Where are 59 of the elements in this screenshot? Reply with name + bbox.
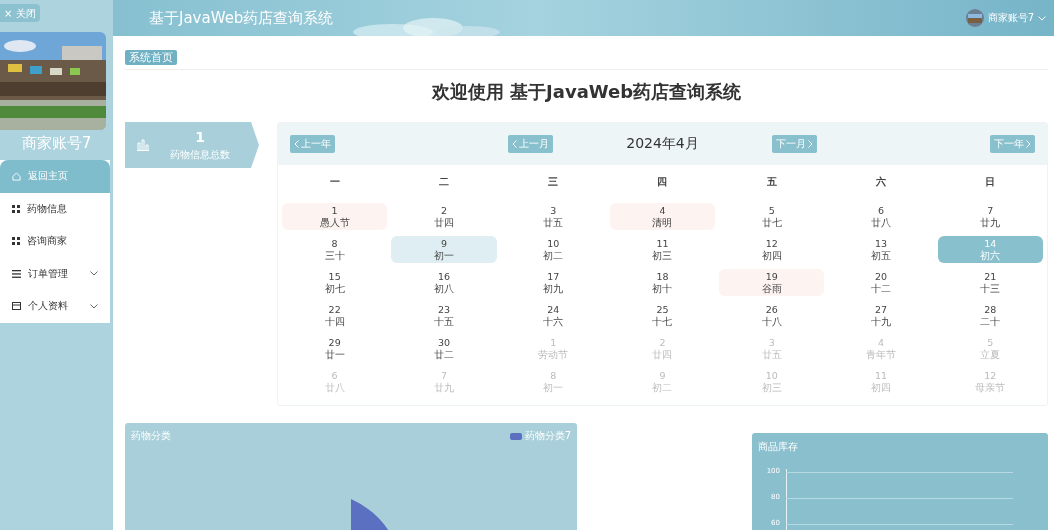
calendar-day[interactable]: 15 初七 (282, 269, 388, 296)
calendar-day[interactable]: 1 愚人节 (282, 203, 388, 230)
chart-title: 商品库存 (758, 440, 798, 454)
calendar-title: 2024年4月 (626, 135, 699, 153)
welcome-heading: 欢迎使用 基于JavaWeb药店查询系统 (430, 80, 743, 104)
legend-label: 药物分类7 (524, 429, 571, 443)
weekday-label: 三 (547, 175, 560, 189)
chevron-left-icon (512, 140, 518, 148)
calendar-day[interactable]: 29 廿一 (282, 335, 388, 362)
calendar-day[interactable]: 8 三十 (282, 236, 388, 263)
calendar-day[interactable]: 13 初五 (828, 236, 934, 263)
calendar-day[interactable]: 26 十八 (719, 302, 825, 329)
calendar-day[interactable]: 24 十六 (500, 302, 606, 329)
chevron-down-icon (1038, 15, 1046, 21)
chevron-right-icon (1026, 140, 1031, 148)
calendar-day[interactable]: 21 十三 (937, 269, 1043, 296)
calendar-day[interactable]: 25 十七 (609, 302, 716, 329)
weekday-label: 一 (328, 175, 341, 189)
chevron-down-icon (90, 271, 98, 277)
chevron-down-icon (90, 303, 98, 309)
calendar-day[interactable]: 23 十五 (391, 302, 497, 329)
weekday-label: 六 (875, 175, 888, 189)
calendar-day[interactable]: 3 廿五 (500, 203, 606, 230)
home-icon (12, 171, 21, 181)
grid-icon (12, 204, 20, 213)
grid-icon (12, 237, 20, 246)
calendar-day[interactable]: 19 谷雨 (719, 269, 825, 296)
calendar-day[interactable]: 18 初十 (609, 269, 716, 296)
calendar-day[interactable]: 6 廿八 (828, 203, 934, 230)
weekday-label: 二 (437, 175, 450, 189)
calendar-day[interactable]: 5 廿七 (719, 203, 825, 230)
calendar-day[interactable]: 16 初八 (391, 269, 497, 296)
calendar-day[interactable]: 27 十九 (828, 302, 934, 329)
stat-label: 药物信息总数 (170, 147, 230, 162)
calendar-day[interactable]: 12 初四 (719, 236, 825, 263)
calendar-day[interactable]: 22 十四 (282, 302, 388, 329)
chevron-left-icon (294, 140, 299, 148)
calendar-day[interactable]: 2 廿四 (391, 203, 497, 230)
stat-value: 1 (195, 128, 205, 145)
list-icon (12, 269, 21, 278)
chart-title: 药物分类 (131, 429, 171, 443)
calendar-day[interactable]: 11 初三 (609, 236, 716, 263)
calendar-day[interactable]: 30 廿二 (391, 335, 497, 362)
app-title: 基于JavaWeb药店查询系统 (149, 8, 334, 28)
user-name: 商家账号7 (20, 134, 93, 153)
bar-chart-icon (137, 139, 149, 151)
weekday-label: 五 (765, 175, 778, 189)
calendar-day[interactable]: 28 二十 (937, 302, 1043, 329)
calendar-day[interactable]: 9 初一 (391, 236, 497, 263)
avatar-icon (965, 9, 984, 27)
calendar-day[interactable]: 7 廿九 (937, 203, 1043, 230)
calendar-day[interactable]: 10 初二 (500, 236, 606, 263)
weekday-label: 日 (984, 175, 997, 189)
calendar-day[interactable]: 17 初九 (500, 269, 606, 296)
calendar-day[interactable]: 20 十二 (828, 269, 934, 296)
card-icon (12, 302, 21, 311)
weekday-label: 四 (656, 175, 669, 189)
chevron-right-icon (807, 140, 813, 148)
calendar-day[interactable]: 4 清明 (609, 203, 716, 230)
